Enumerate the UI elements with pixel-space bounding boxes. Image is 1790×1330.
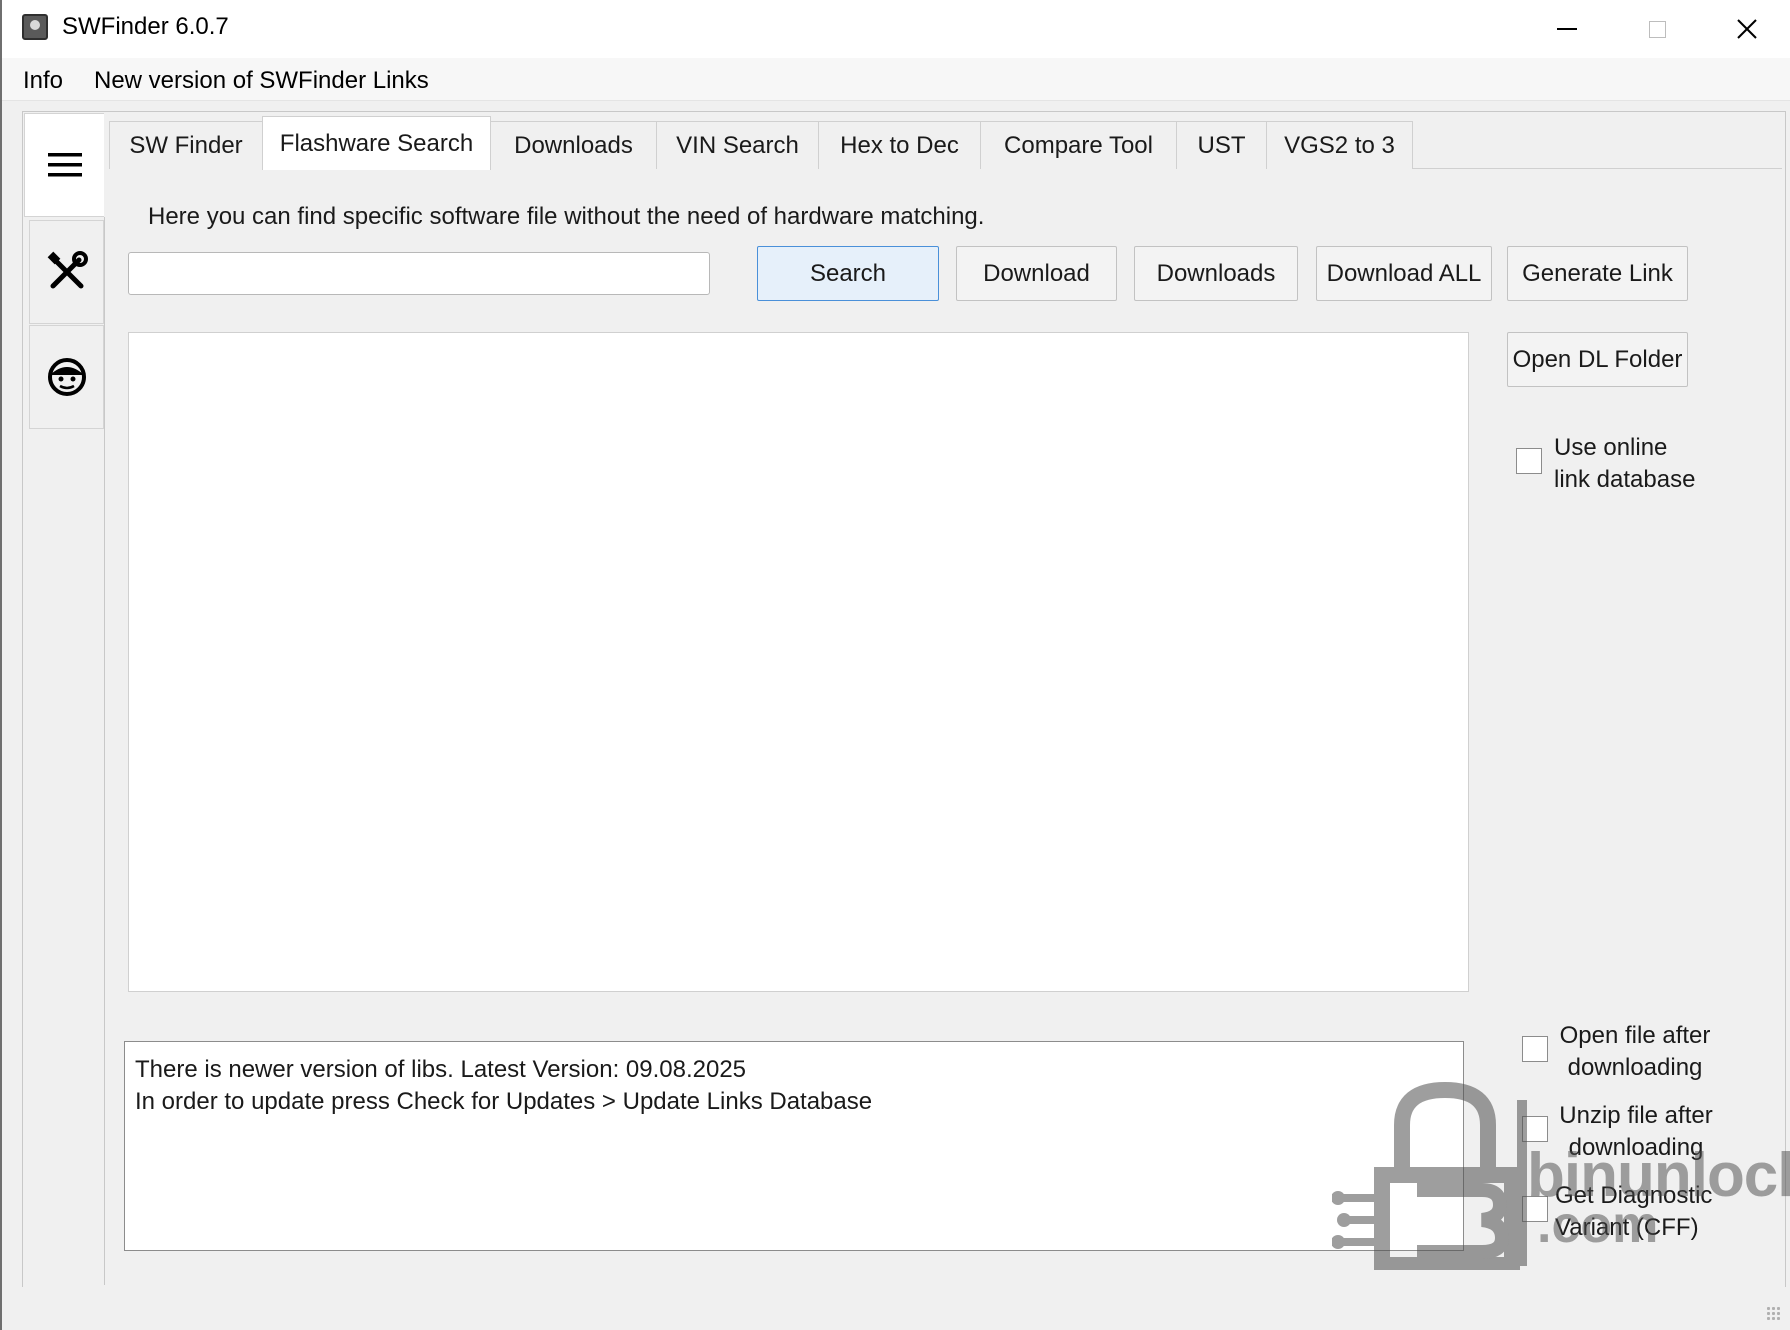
resize-grip[interactable]	[1766, 1306, 1782, 1322]
get-diagnostic-variant-label: Get Diagnostic Variant (CFF)	[1555, 1180, 1712, 1244]
close-button[interactable]	[1702, 0, 1790, 58]
app-icon	[22, 14, 48, 40]
minimize-button[interactable]	[1522, 0, 1612, 58]
use-online-db-label-line1: Use online	[1554, 434, 1668, 461]
use-online-db-label: Use online link database	[1554, 432, 1695, 496]
download-button[interactable]: Download	[956, 246, 1117, 301]
window-title: SWFinder 6.0.7	[62, 13, 229, 40]
panel-description: Here you can find specific software file…	[148, 203, 985, 230]
sidebar-divider	[104, 217, 105, 1285]
use-online-db-label-line2: link database	[1554, 466, 1696, 493]
open-file-after-download-label: Open file after downloading	[1555, 1020, 1715, 1084]
unzip-file-after-download-checkbox[interactable]	[1522, 1116, 1548, 1142]
tab-hex-to-dec[interactable]: Hex to Dec	[818, 121, 981, 169]
menu-info[interactable]: Info	[23, 67, 63, 95]
sidebar-support-button[interactable]	[29, 325, 104, 429]
sidebar-tools-button[interactable]	[29, 220, 104, 324]
tab-vin-search[interactable]: VIN Search	[656, 121, 819, 169]
menu-bar: Info New version of SWFinder Links	[2, 58, 1790, 101]
search-input[interactable]	[128, 252, 710, 295]
unzip-file-after-download-label: Unzip file after downloading	[1555, 1100, 1717, 1164]
menu-new-version-links[interactable]: New version of SWFinder Links	[94, 67, 429, 95]
maximize-button[interactable]	[1612, 0, 1702, 58]
tools-icon	[47, 251, 88, 289]
hamburger-icon	[47, 153, 82, 177]
support-icon	[47, 358, 86, 396]
tab-vgs2-to-3[interactable]: VGS2 to 3	[1266, 121, 1413, 169]
option-label-line1: Open file after	[1559, 1022, 1711, 1049]
option-label-line2: downloading	[1568, 1134, 1704, 1161]
use-online-db-checkbox[interactable]	[1516, 448, 1542, 474]
close-icon	[1737, 19, 1757, 39]
generate-link-button[interactable]: Generate Link	[1507, 246, 1688, 301]
open-dl-folder-button[interactable]: Open DL Folder	[1507, 332, 1688, 387]
download-all-button[interactable]: Download ALL	[1316, 246, 1492, 301]
log-output[interactable]: There is newer version of libs. Latest V…	[124, 1041, 1464, 1251]
option-label-line1: Unzip file after	[1559, 1102, 1713, 1129]
log-line: There is newer version of libs. Latest V…	[135, 1056, 747, 1083]
sidebar-menu-button[interactable]	[24, 113, 104, 217]
app-window: SWFinder 6.0.7 Info New version of SWFin…	[0, 0, 1790, 1330]
results-list[interactable]	[128, 332, 1469, 992]
option-label-line1: Get Diagnostic	[1555, 1182, 1713, 1209]
title-bar: SWFinder 6.0.7	[2, 0, 1790, 58]
search-button[interactable]: Search	[757, 246, 939, 301]
open-file-after-download-checkbox[interactable]	[1522, 1036, 1548, 1062]
tab-downloads[interactable]: Downloads	[490, 121, 657, 169]
option-label-line2: Variant (CFF)	[1555, 1214, 1699, 1241]
log-line: In order to update press Check for Updat…	[135, 1088, 873, 1115]
tab-flashware-search[interactable]: Flashware Search	[262, 116, 491, 170]
option-label-line2: downloading	[1567, 1054, 1703, 1081]
minimize-icon	[1557, 28, 1577, 30]
get-diagnostic-variant-checkbox[interactable]	[1522, 1196, 1548, 1222]
tab-ust[interactable]: UST	[1176, 121, 1267, 169]
tab-sw-finder[interactable]: SW Finder	[109, 121, 263, 169]
tab-compare-tool[interactable]: Compare Tool	[980, 121, 1177, 169]
maximize-icon	[1648, 20, 1666, 38]
downloads-button[interactable]: Downloads	[1134, 246, 1298, 301]
